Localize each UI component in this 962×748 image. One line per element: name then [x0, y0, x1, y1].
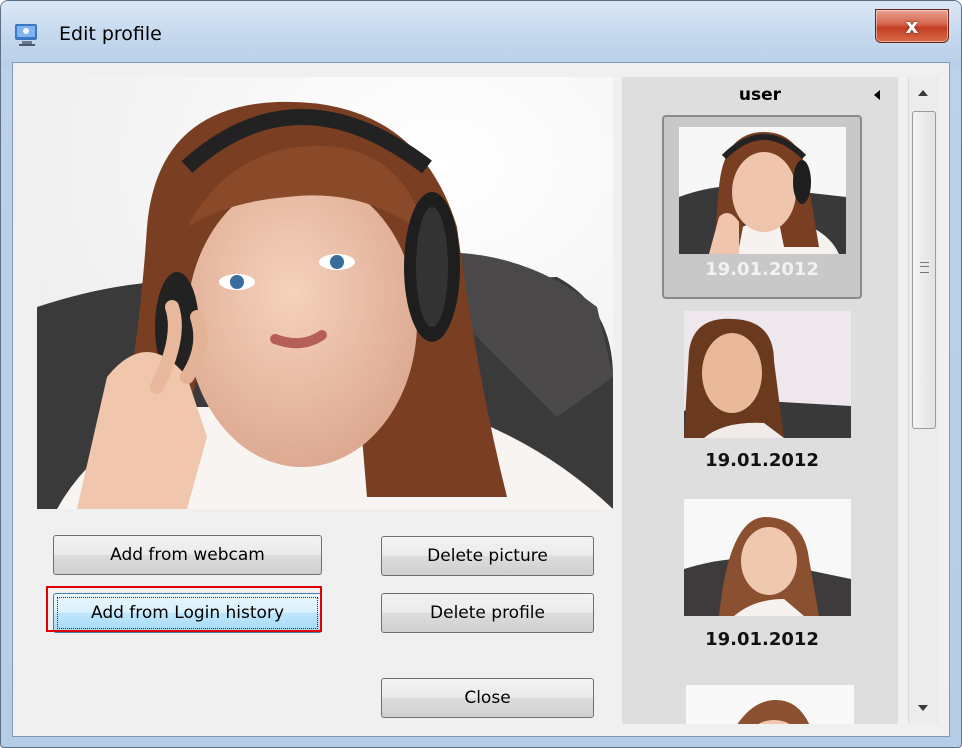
item-date: 19.01.2012: [705, 259, 819, 280]
sort-arrow-icon[interactable]: [874, 90, 880, 100]
list-item[interactable]: 19.01.2012: [662, 115, 862, 299]
thumbnail: [679, 127, 846, 254]
close-button[interactable]: Close: [381, 678, 594, 718]
profile-photo: [37, 77, 613, 509]
list-item[interactable]: 19.01.2012: [662, 311, 862, 481]
delete-picture-button[interactable]: Delete picture: [381, 536, 594, 576]
list-header: user: [738, 85, 782, 105]
title-bar[interactable]: Edit profile x: [1, 1, 961, 67]
edit-profile-window: Edit profile x Add from webcam Add from …: [0, 0, 962, 748]
grip-icon: [920, 262, 929, 273]
highlight-box: [46, 586, 322, 632]
window-close-button[interactable]: x: [875, 9, 949, 43]
item-date: 19.01.2012: [705, 450, 819, 471]
close-icon: x: [905, 14, 919, 38]
window-title: Edit profile: [59, 23, 162, 45]
thumbnail: [684, 311, 851, 438]
scrollbar-thumb[interactable]: [912, 111, 936, 429]
add-from-webcam-button[interactable]: Add from webcam: [53, 535, 322, 575]
scroll-up-icon[interactable]: [918, 90, 928, 96]
delete-profile-button[interactable]: Delete profile: [381, 593, 594, 633]
list-item[interactable]: 19.01.2012: [662, 499, 862, 669]
list-scrollbar[interactable]: [908, 77, 939, 724]
picture-list[interactable]: user 19.01.2012 19.01.2012 19.01.2012: [622, 77, 898, 724]
app-icon: [15, 24, 37, 46]
list-item[interactable]: [662, 685, 862, 724]
thumbnail: [686, 685, 854, 724]
scroll-down-icon[interactable]: [918, 705, 928, 711]
dialog-client-area: Add from webcam Add from Login history D…: [12, 62, 950, 737]
thumbnail: [684, 499, 851, 616]
item-date: 19.01.2012: [705, 629, 819, 650]
